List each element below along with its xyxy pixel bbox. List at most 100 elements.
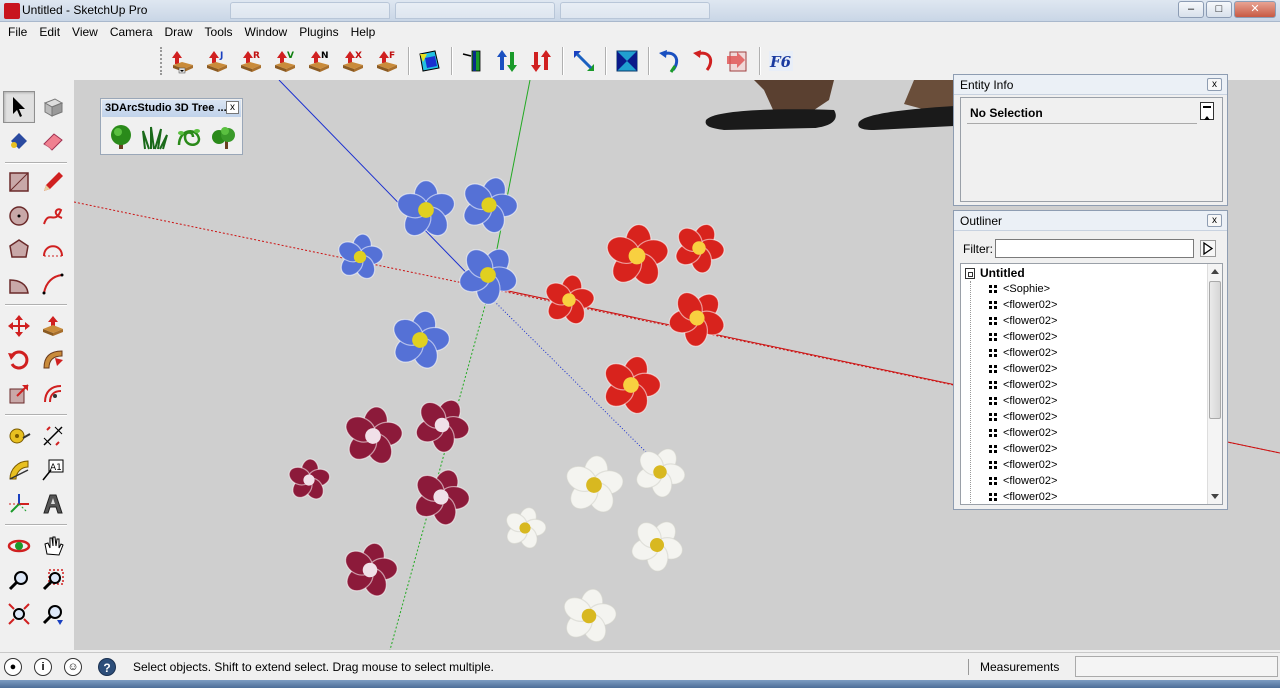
credits-icon[interactable]: i (34, 658, 52, 676)
protractor-icon[interactable] (3, 454, 35, 486)
help-icon[interactable]: ? (98, 658, 116, 676)
flower-component[interactable] (655, 277, 739, 361)
menu-window[interactable]: Window (239, 22, 294, 42)
scale-icon[interactable] (3, 378, 35, 410)
flower-component[interactable] (554, 583, 623, 650)
pan-icon[interactable] (37, 530, 69, 562)
outliner-item[interactable]: <flower02> (989, 377, 1057, 393)
3d-text-icon[interactable] (37, 488, 69, 520)
tree-icon[interactable] (107, 123, 135, 151)
zoom-extents-icon[interactable] (3, 598, 35, 630)
flower-component[interactable] (591, 347, 670, 424)
maximize-button[interactable]: □ (1206, 1, 1232, 18)
minimize-button[interactable]: – (1178, 1, 1204, 18)
eraser-icon[interactable] (37, 125, 69, 157)
freehand-icon[interactable] (37, 200, 69, 232)
swap-red-icon[interactable] (526, 46, 556, 76)
outliner-item[interactable]: <flower02> (989, 409, 1057, 425)
flower-component[interactable] (382, 303, 459, 377)
outliner-item[interactable]: <flower02> (989, 361, 1057, 377)
outliner-item[interactable]: <flower02> (989, 345, 1057, 361)
previous-view-icon[interactable] (37, 598, 69, 630)
outliner-root[interactable]: Untitled (965, 265, 1025, 281)
outliner-close-button[interactable]: x (1207, 214, 1222, 227)
polygon-icon[interactable] (3, 234, 35, 266)
flower-component[interactable] (558, 451, 629, 519)
swap-up-down-icon[interactable] (492, 46, 522, 76)
tree-toolbar-title[interactable]: 3DArcStudio 3D Tree ... (102, 100, 241, 117)
flower-component[interactable] (335, 536, 405, 604)
add-f-icon[interactable]: F (372, 46, 402, 76)
outliner-item[interactable]: <flower02> (989, 425, 1057, 441)
move-icon[interactable] (3, 310, 35, 342)
flower-component[interactable] (624, 437, 696, 508)
grass-icon[interactable] (141, 123, 169, 151)
entity-info-close-button[interactable]: x (1207, 78, 1222, 91)
add-x-icon[interactable]: X (338, 46, 368, 76)
flower-component[interactable] (618, 507, 695, 583)
rotate-icon[interactable] (3, 344, 35, 376)
outliner-tree[interactable]: Untitled <Sophie> <flower02> <flower02> <fl… (960, 263, 1223, 505)
bush-icon[interactable] (209, 123, 237, 151)
add-j-icon[interactable]: J (202, 46, 232, 76)
toolbar-grip[interactable] (160, 47, 163, 75)
measurements-input[interactable] (1075, 656, 1278, 677)
vine-icon[interactable] (175, 123, 203, 151)
entity-info-title[interactable]: Entity Info (954, 75, 1227, 95)
outliner-item[interactable]: <flower02> (989, 313, 1057, 329)
outliner-item[interactable]: <flower02> (989, 489, 1057, 504)
add-j-icon[interactable] (168, 46, 198, 76)
flower-component[interactable] (445, 233, 531, 318)
add-v-icon[interactable]: V (270, 46, 300, 76)
toggle-details-icon[interactable] (1200, 102, 1214, 120)
text-label-icon[interactable]: A1 (37, 454, 69, 486)
scroll-down-icon[interactable] (1211, 494, 1219, 499)
outliner-options-icon[interactable] (1200, 240, 1216, 257)
layer-shape-icon[interactable] (415, 46, 445, 76)
select-icon[interactable] (3, 91, 35, 123)
axis-icon[interactable] (458, 46, 488, 76)
menu-draw[interactable]: Draw (159, 22, 199, 42)
user-icon[interactable]: ☺ (64, 658, 82, 676)
outliner-scrollbar[interactable] (1207, 264, 1222, 504)
filter-input[interactable] (995, 239, 1194, 258)
axes-icon[interactable] (3, 488, 35, 520)
flower-component[interactable] (402, 459, 480, 536)
dimension-icon[interactable] (37, 420, 69, 452)
hourglass-icon[interactable] (612, 46, 642, 76)
export-icon[interactable] (723, 46, 753, 76)
scale-diagonal-icon[interactable] (569, 46, 599, 76)
flower-component[interactable] (331, 230, 388, 285)
undo-blue-icon[interactable] (655, 46, 685, 76)
circle-icon[interactable] (3, 200, 35, 232)
menu-view[interactable]: View (66, 22, 104, 42)
geo-location-icon[interactable]: ● (4, 658, 22, 676)
menu-plugins[interactable]: Plugins (293, 22, 344, 42)
menu-file[interactable]: File (2, 22, 33, 42)
add-r-icon[interactable]: R (236, 46, 266, 76)
add-n-icon[interactable]: N (304, 46, 334, 76)
flower-component[interactable] (497, 502, 552, 556)
outliner-title[interactable]: Outliner (954, 211, 1227, 231)
flower-component[interactable] (450, 168, 527, 243)
orbit-icon[interactable] (3, 530, 35, 562)
menu-edit[interactable]: Edit (33, 22, 66, 42)
tree-toolbar-close-button[interactable]: x (226, 101, 239, 114)
zoom-window-icon[interactable] (37, 564, 69, 596)
flower-component[interactable] (337, 402, 410, 472)
menu-help[interactable]: Help (345, 22, 382, 42)
tape-measure-icon[interactable] (3, 420, 35, 452)
outliner-item[interactable]: <flower02> (989, 457, 1057, 473)
flower-component[interactable] (285, 457, 334, 504)
paint-bucket-icon[interactable] (3, 125, 35, 157)
flower-component[interactable] (663, 214, 734, 284)
rectangle-icon[interactable] (3, 166, 35, 198)
f6-icon[interactable]: F6 (766, 46, 796, 76)
scroll-up-icon[interactable] (1211, 269, 1219, 274)
pencil-icon[interactable] (37, 166, 69, 198)
outliner-item[interactable]: <flower02> (989, 329, 1057, 345)
outliner-item[interactable]: <flower02> (989, 441, 1057, 457)
offset-icon[interactable] (37, 378, 69, 410)
zoom-icon[interactable] (3, 564, 35, 596)
undo-red-icon[interactable] (689, 46, 719, 76)
